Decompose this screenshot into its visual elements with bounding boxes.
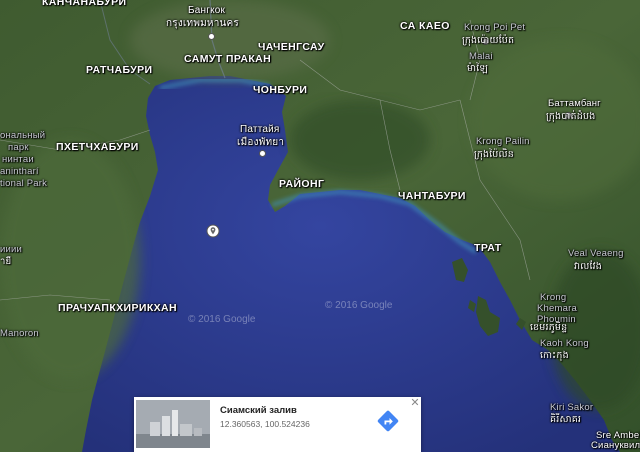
label-park-4: anintharí — [0, 166, 39, 177]
label-bangkok-ru: Бангкок — [188, 5, 226, 16]
label-left-partial-1: ииии — [0, 244, 23, 255]
label-krong-khemara-km: ខេមរភូមិន្ទ — [530, 322, 568, 333]
label-malai: Malai — [469, 51, 493, 62]
label-park-3: нинтаи — [2, 154, 34, 165]
label-sihanoukville: Сиануквиль — [591, 440, 640, 451]
label-park-5: tional Park — [0, 178, 48, 189]
location-pin-icon[interactable] — [206, 224, 220, 238]
label-pattaya-th: เมืองพัทยา — [237, 137, 285, 148]
label-chonburi: ЧОНБУРИ — [253, 84, 308, 96]
label-kaoh-kong-km: កោះកុង — [540, 350, 569, 361]
label-park-1: ональный — [0, 130, 46, 141]
label-bangkok-th: กรุงเทพมหานคร — [166, 18, 240, 29]
street-view-thumbnail[interactable] — [136, 400, 210, 448]
terrain-patch — [290, 100, 430, 180]
place-name: Сиамский залив — [220, 405, 297, 416]
terrain-patch — [130, 0, 330, 80]
google-watermark: © 2016 Google — [188, 314, 256, 325]
label-manorom: Manoron — [0, 328, 39, 339]
label-prachuap: ПРАЧУАПКХИРИКХАН — [58, 302, 178, 314]
label-left-partial-2: ายี — [0, 256, 12, 267]
label-malai-km: ម៉ាឡៃ — [467, 63, 489, 74]
label-pattaya-ru: Паттайя — [240, 124, 280, 135]
label-kanchanaburi: КАНЧАНАБУРИ — [42, 0, 127, 8]
label-veal-veaeng-km: វាលវែង — [574, 261, 602, 272]
close-icon[interactable]: ✕ — [410, 398, 420, 409]
thumbnail-image — [136, 400, 210, 448]
label-battambang-km: ក្រុងបាត់ដំបង — [546, 111, 596, 122]
label-park-2: парк — [8, 142, 29, 153]
label-kiri-sakor-km: គិរីសាគរ — [550, 414, 582, 425]
label-krong-poi-pet: Krong Poi Pet — [464, 22, 526, 33]
label-veal-veaeng: Veal Veaeng — [568, 248, 624, 259]
city-dot-bangkok — [208, 33, 215, 40]
city-dot-pattaya — [259, 150, 266, 157]
directions-icon[interactable] — [377, 410, 399, 432]
label-kiri-sakor: Kiri Sakor — [550, 402, 594, 413]
label-battambang-ru: Баттамбанг — [548, 98, 601, 109]
place-info-card[interactable]: Сиамский залив 12.360563, 100.524236 ✕ — [134, 397, 421, 452]
google-watermark: © 2016 Google — [325, 300, 393, 311]
label-samut-prakan: САМУТ ПРАКАН — [184, 53, 272, 65]
label-kaoh-kong: Kaoh Kong — [540, 338, 589, 349]
label-krong-poi-pet-km: ក្រុងប៉ោយប៉ែត — [462, 35, 515, 46]
place-coordinates: 12.360563, 100.524236 — [220, 419, 310, 429]
label-trat: ТРАТ — [474, 242, 502, 254]
label-phetchaburi: ПХЕТЧХАБУРИ — [56, 141, 139, 153]
label-ratchaburi: РАТЧАБУРИ — [86, 64, 153, 76]
label-chanthaburi: ЧАНТАБУРИ — [398, 190, 466, 202]
label-chachoengsao: ЧАЧЕНГСАУ — [258, 41, 325, 53]
label-rayong: РАЙОНГ — [279, 178, 325, 190]
label-krong-pailin-km: ក្រុងប៉ៃលិន — [474, 149, 515, 160]
label-sa-kaeo: СА КАЕО — [400, 20, 450, 32]
label-krong-pailin: Krong Pailin — [476, 136, 530, 147]
